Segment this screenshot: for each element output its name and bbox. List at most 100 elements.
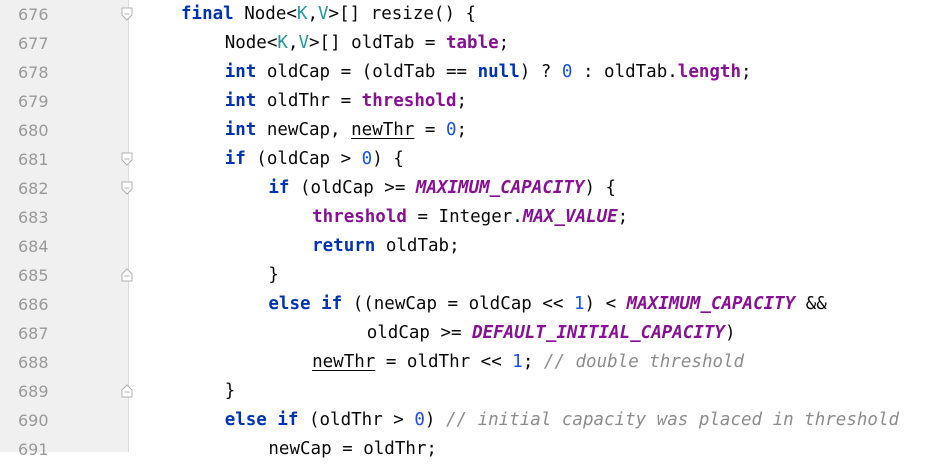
code-text: int oldThr = threshold;: [225, 87, 467, 116]
token: ) {: [372, 149, 404, 169]
token-const: DEFAULT_INITIAL_CAPACITY: [472, 323, 725, 343]
code-line[interactable]: 684 return oldTab;: [0, 232, 929, 261]
token-ul: newThr: [351, 120, 415, 140]
token: (oldCap >=: [289, 178, 416, 198]
code-text: else if ((newCap = oldCap << 1) < MAXIMU…: [268, 290, 826, 319]
code-line[interactable]: 686 else if ((newCap = oldCap << 1) < MAX…: [0, 290, 929, 319]
fold-collapse-icon[interactable]: [121, 7, 133, 21]
token: oldTab;: [375, 236, 460, 256]
code-text: int newCap, newThr = 0;: [225, 116, 467, 145]
code-text: else if (oldThr > 0) // initial capacity…: [225, 406, 899, 435]
token: ;: [741, 62, 752, 82]
line-number: 685: [18, 266, 49, 285]
code-line[interactable]: 687 oldCap >= DEFAULT_INITIAL_CAPACITY): [0, 319, 929, 348]
token-num: 1: [512, 352, 523, 372]
line-number: 682: [18, 179, 49, 198]
code-line[interactable]: 685}: [0, 261, 929, 290]
token-tparam: V: [298, 33, 310, 53]
line-number: 691: [18, 440, 49, 459]
code-line[interactable]: 683 threshold = Integer.MAX_VALUE;: [0, 203, 929, 232]
code-line[interactable]: 680 int newCap, newThr = 0;: [0, 116, 929, 145]
line-number: 684: [18, 237, 49, 256]
code-line[interactable]: 679 int oldThr = threshold;: [0, 87, 929, 116]
code-line[interactable]: 678 int oldCap = (oldTab == null) ? 0 : o…: [0, 58, 929, 87]
token: ) ?: [519, 62, 562, 82]
line-number: 689: [18, 382, 49, 401]
line-number: 690: [18, 411, 49, 430]
token-num: 0: [445, 120, 457, 140]
code-line[interactable]: 688 newThr = oldThr << 1; // double thres…: [0, 348, 929, 377]
token-num: 1: [573, 294, 585, 314]
fold-end-icon[interactable]: [121, 384, 133, 398]
token-field: threshold: [361, 91, 457, 111]
token-kw: int: [224, 91, 257, 111]
token: Node<: [233, 4, 297, 24]
token: }: [268, 265, 279, 285]
token-num: 0: [561, 62, 573, 82]
token-const: MAXIMUM_CAPACITY: [626, 294, 796, 314]
token: ): [724, 323, 736, 343]
token-const: MAX_VALUE: [522, 207, 618, 227]
line-number: 688: [18, 353, 49, 372]
token: oldThr =: [256, 91, 362, 111]
token-comment: // double threshold: [543, 352, 745, 372]
line-number: 676: [18, 5, 49, 24]
code-text: threshold = Integer.MAX_VALUE;: [312, 203, 628, 232]
token: ,: [307, 4, 318, 24]
code-text: int oldCap = (oldTab == null) ? 0 : oldT…: [225, 58, 752, 87]
line-number: 683: [18, 208, 49, 227]
code-line[interactable]: 682 if (oldCap >= MAXIMUM_CAPACITY) {: [0, 174, 929, 203]
code-line[interactable]: 691 newCap = oldThr;: [0, 435, 929, 464]
token: =: [414, 120, 446, 140]
code-line[interactable]: 677 Node<K,V>[] oldTab = table;: [0, 29, 929, 58]
line-number: 687: [18, 324, 49, 343]
token: = Integer.: [406, 207, 523, 227]
line-number: 686: [18, 295, 49, 314]
line-number: 678: [18, 63, 49, 82]
token-num: 0: [414, 410, 425, 430]
token: ;: [498, 33, 510, 53]
token: ((newCap = oldCap <<: [342, 294, 574, 314]
token-field: threshold: [312, 207, 407, 227]
token-tparam: K: [277, 33, 288, 53]
fold-collapse-icon[interactable]: [121, 152, 133, 166]
fold-end-icon[interactable]: [121, 268, 133, 282]
token-tparam: V: [318, 4, 329, 24]
code-text: final Node<K,V>[] resize() {: [181, 0, 476, 29]
code-line[interactable]: 689}: [0, 377, 929, 406]
code-text: oldCap >= DEFAULT_INITIAL_CAPACITY): [367, 319, 736, 348]
line-number: 681: [18, 150, 49, 169]
token: ;: [617, 207, 629, 227]
token-kw: else if: [268, 294, 343, 314]
code-text: if (oldCap > 0) {: [225, 145, 404, 174]
token: (oldThr >: [298, 410, 415, 430]
token-kw: else if: [224, 410, 299, 430]
token-num: 0: [361, 149, 373, 169]
token-kw: if: [224, 149, 246, 169]
code-text: newCap = oldThr;: [268, 435, 437, 464]
line-number: 680: [18, 121, 49, 140]
token: ;: [522, 352, 544, 372]
token: >[] oldTab =: [309, 33, 446, 53]
token-kw: null: [477, 62, 520, 82]
fold-collapse-icon[interactable]: [121, 181, 133, 195]
token-field: length: [677, 62, 741, 82]
token: &&: [795, 294, 827, 314]
code-line[interactable]: 690 else if (oldThr > 0) // initial capac…: [0, 406, 929, 435]
code-line[interactable]: 676 final Node<K,V>[] resize() {: [0, 0, 929, 29]
token: oldCap >=: [366, 323, 473, 343]
token: ,: [287, 33, 299, 53]
token: ) {: [584, 178, 617, 198]
code-line[interactable]: 681 if (oldCap > 0) {: [0, 145, 929, 174]
code-text: Node<K,V>[] oldTab = table;: [225, 29, 510, 58]
token-field: table: [445, 33, 499, 53]
token: ;: [456, 120, 468, 140]
code-text: newThr = oldThr << 1; // double threshol…: [312, 348, 744, 377]
token: : oldTab.: [572, 62, 678, 82]
token: ) <: [584, 294, 627, 314]
token: (oldCap >: [245, 149, 362, 169]
token-tparam: K: [296, 4, 308, 24]
line-number: 679: [18, 92, 49, 111]
code-text: }: [225, 377, 236, 406]
token: ;: [456, 91, 468, 111]
